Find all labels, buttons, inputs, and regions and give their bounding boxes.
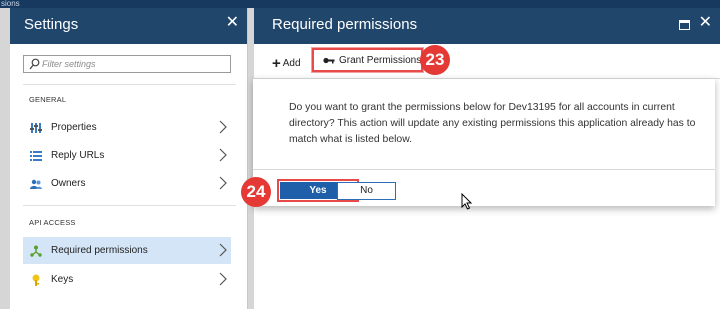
section-api-access: API ACCESS — [29, 218, 76, 227]
grant-key-icon — [323, 57, 335, 64]
step-badge-23: 23 — [420, 45, 450, 75]
settings-header: Settings ✕ — [10, 8, 247, 44]
chevron-right-icon — [219, 148, 227, 162]
settings-item-owners[interactable]: Owners — [23, 170, 231, 197]
dialog-divider — [253, 169, 715, 170]
settings-item-properties[interactable]: Properties — [23, 114, 231, 141]
chevron-right-icon — [219, 243, 227, 257]
command-bar: + Add Grant Permissions — [254, 44, 720, 79]
no-button[interactable]: No — [337, 182, 396, 200]
settings-item-label: Owners — [51, 178, 86, 189]
settings-item-label: Keys — [51, 274, 74, 285]
top-strip: sions — [0, 0, 720, 8]
settings-blade: Settings ✕ GENERAL Properties Reply URLs… — [10, 8, 248, 309]
required-permissions-header: Required permissions ✕ — [254, 8, 720, 44]
section-general: GENERAL — [29, 95, 67, 104]
chevron-right-icon — [219, 176, 227, 190]
filter-settings-input[interactable] — [42, 57, 222, 71]
grant-permissions-dialog: Do you want to grant the permissions bel… — [253, 78, 715, 206]
filter-settings-field[interactable] — [23, 55, 231, 73]
settings-item-label: Required permissions — [51, 245, 148, 256]
close-icon[interactable]: ✕ — [699, 15, 712, 31]
settings-title: Settings — [24, 16, 79, 33]
maximize-icon[interactable] — [679, 20, 690, 30]
settings-item-label: Properties — [51, 122, 97, 133]
chevron-right-icon — [219, 272, 227, 286]
settings-item-keys[interactable]: Keys — [23, 266, 231, 293]
blade-title: Required permissions — [272, 16, 418, 33]
top-strip-text: sions — [1, 0, 20, 8]
settings-item-label: Reply URLs — [51, 150, 105, 161]
plus-icon: + — [272, 55, 281, 72]
settings-item-reply-urls[interactable]: Reply URLs — [23, 142, 231, 169]
divider — [23, 84, 236, 85]
divider — [23, 205, 236, 206]
grant-permissions-label: Grant Permissions — [339, 55, 422, 66]
permissions-icon — [30, 245, 42, 257]
properties-icon — [30, 123, 42, 133]
dialog-message: Do you want to grant the permissions bel… — [289, 102, 696, 145]
chevron-right-icon — [219, 120, 227, 134]
search-icon — [29, 58, 40, 70]
users-icon — [30, 179, 42, 189]
add-button[interactable]: + Add — [272, 55, 301, 72]
key-icon — [32, 274, 40, 286]
add-label: Add — [282, 58, 301, 69]
grant-permissions-button[interactable]: Grant Permissions — [312, 48, 423, 72]
settings-item-required-permissions[interactable]: Required permissions — [23, 237, 231, 264]
list-icon — [30, 151, 42, 161]
mouse-cursor-icon — [461, 193, 473, 210]
step-badge-24: 24 — [241, 177, 271, 207]
close-icon[interactable]: ✕ — [226, 15, 239, 31]
